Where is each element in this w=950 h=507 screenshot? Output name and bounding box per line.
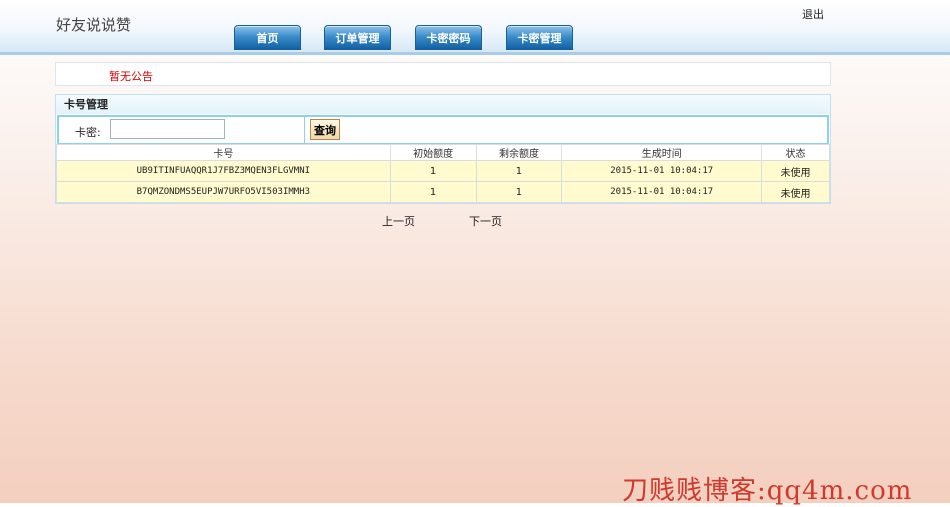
column-header-initial-quota: 初始额度 bbox=[389, 144, 477, 161]
cell-initial-quota: 1 bbox=[389, 160, 477, 182]
next-page-link[interactable]: 下一页 bbox=[469, 213, 502, 229]
site-title: 好友说说赞 bbox=[56, 16, 132, 34]
column-header-remaining-quota: 剩余额度 bbox=[475, 144, 563, 161]
cell-remaining-quota: 1 bbox=[475, 181, 563, 203]
header-bar: 好友说说赞 退出 首页 订单管理 卡密密码 卡密管理 bbox=[0, 0, 950, 55]
logout-link[interactable]: 退出 bbox=[802, 6, 824, 22]
cell-status: 未使用 bbox=[761, 181, 830, 203]
cell-remaining-quota: 1 bbox=[475, 160, 563, 182]
panel-title: 卡号管理 bbox=[56, 95, 830, 114]
card-management-panel: 卡号管理 卡密: 查询 卡号 初始额度 剩余额度 生成时间 状态 UB9ITIN… bbox=[55, 94, 831, 204]
cell-initial-quota: 1 bbox=[389, 181, 477, 203]
nav-tab-card-passwords[interactable]: 卡密密码 bbox=[415, 25, 482, 50]
search-divider bbox=[304, 117, 305, 143]
nav-tab-home[interactable]: 首页 bbox=[234, 25, 301, 50]
notice-box: 暂无公告 bbox=[55, 62, 831, 86]
notice-text: 暂无公告 bbox=[109, 70, 153, 83]
cell-card-number: B7QMZONDMS5EUPJW7URFO5VI503IMMH3 bbox=[56, 181, 391, 203]
nav-tab-orders[interactable]: 订单管理 bbox=[324, 25, 391, 50]
cell-created-time: 2015-11-01 10:04:17 bbox=[561, 160, 763, 182]
panel-title-text: 卡号管理 bbox=[64, 98, 108, 111]
prev-page-link[interactable]: 上一页 bbox=[382, 213, 415, 229]
column-header-created-time: 生成时间 bbox=[561, 144, 763, 161]
column-header-card-number: 卡号 bbox=[56, 144, 391, 161]
cell-card-number: UB9ITINFUAQQR1J7FBZ3MQEN3FLGVMNI bbox=[56, 160, 391, 182]
cell-created-time: 2015-11-01 10:04:17 bbox=[561, 181, 763, 203]
cell-status: 未使用 bbox=[761, 160, 830, 182]
table-row: UB9ITINFUAQQR1J7FBZ3MQEN3FLGVMNI 1 1 201… bbox=[56, 160, 830, 182]
table-header-row: 卡号 初始额度 剩余额度 生成时间 状态 bbox=[56, 144, 830, 161]
search-button[interactable]: 查询 bbox=[310, 119, 340, 140]
nav-tab-card-management[interactable]: 卡密管理 bbox=[506, 25, 573, 50]
card-search-input[interactable] bbox=[110, 119, 225, 139]
table-row: B7QMZONDMS5EUPJW7URFO5VI503IMMH3 1 1 201… bbox=[56, 181, 830, 203]
card-table: 卡号 初始额度 剩余额度 生成时间 状态 UB9ITINFUAQQR1J7FBZ… bbox=[56, 144, 830, 203]
watermark-text: 刀贱贱博客:qq4m.com bbox=[622, 476, 913, 506]
search-label: 卡密: bbox=[75, 126, 101, 139]
column-header-status: 状态 bbox=[761, 144, 830, 161]
search-bar: 卡密: 查询 bbox=[57, 115, 829, 145]
